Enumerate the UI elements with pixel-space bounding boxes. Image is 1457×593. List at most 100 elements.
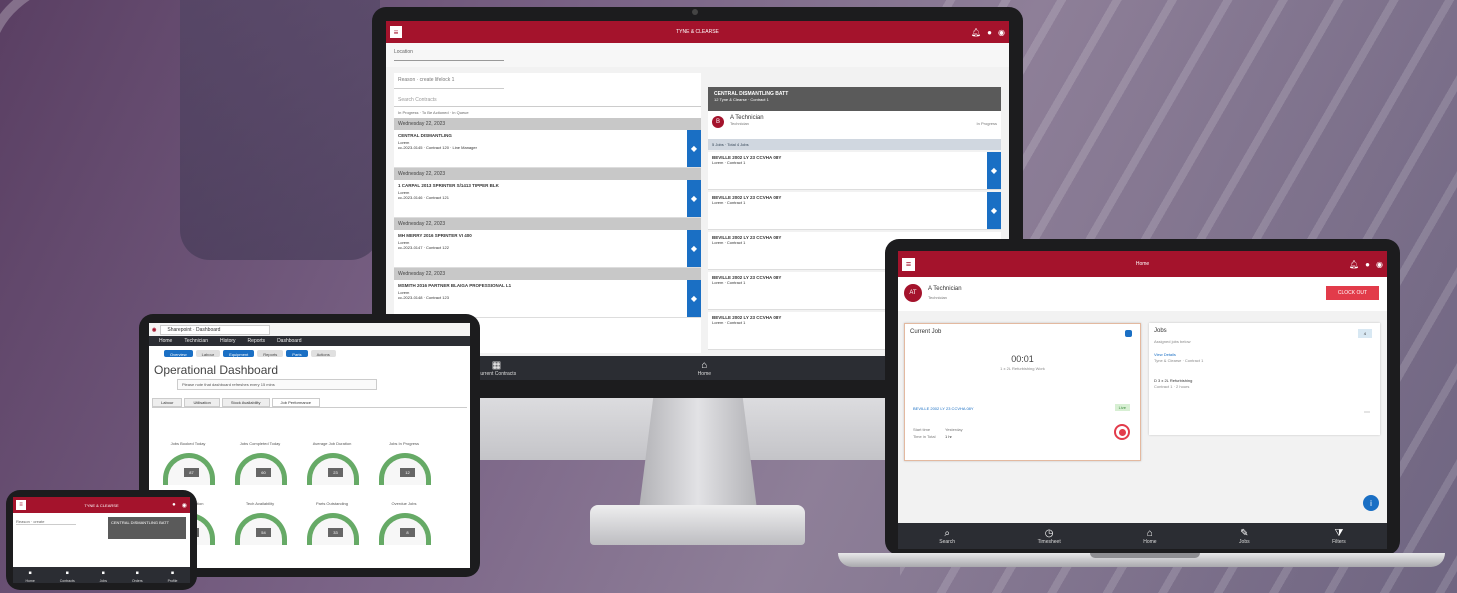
- url-bar[interactable]: Sharepoint · Dashboard: [160, 324, 271, 335]
- account-icon[interactable]: ◉: [182, 502, 187, 509]
- contract-card[interactable]: MH MERRY 2016 SPRINTER VI 400 Lorem cc-202…: [394, 230, 701, 268]
- dashboard-tab[interactable]: Actions: [310, 350, 336, 357]
- nav-icon: ▪: [28, 567, 32, 579]
- tablet-nav: Home Technician History Reports Dashboard: [149, 336, 470, 346]
- location-icon[interactable]: ●: [1365, 260, 1370, 269]
- dashboard-tab[interactable]: Equipment: [223, 350, 255, 357]
- contract-line: cc-2023-0148 · Contract 123: [398, 295, 449, 300]
- contract-card[interactable]: MSMITH 2016 PARTNER BLAIGA PROFESSIONAL …: [394, 280, 701, 318]
- clock-out-button[interactable]: CLOCK OUT: [1325, 286, 1379, 300]
- nav-link[interactable]: Home: [159, 338, 172, 344]
- bell-icon[interactable]: 🔔︎: [1349, 260, 1359, 269]
- subtab[interactable]: Utilisation: [184, 398, 220, 407]
- tech-name: A Technician: [928, 286, 962, 292]
- dashboard-tab[interactable]: Labour: [195, 350, 221, 357]
- nav-item[interactable]: ⌕ Search: [939, 528, 955, 545]
- info-icon[interactable]: [1125, 330, 1132, 337]
- subtab[interactable]: Job Performance: [271, 398, 320, 407]
- jobs-section-header: 5 Jobs · Total 4 Jobs: [708, 139, 1001, 150]
- nav-item[interactable]: ▪ Orders: [132, 568, 143, 583]
- contract-card[interactable]: 1 CARPAL 2013 SPRINTER S/1413 TIPPER BLK…: [394, 180, 701, 218]
- job-item[interactable]: D 3 x 2L Refurbishing: [1149, 364, 1380, 383]
- dashboard-tab[interactable]: Overview: [164, 350, 193, 357]
- open-contract-icon[interactable]: ◆: [687, 280, 701, 317]
- bell-icon[interactable]: 🔔︎: [971, 28, 981, 37]
- nav-link[interactable]: Dashboard: [277, 338, 301, 344]
- nav-item[interactable]: ◷ Timesheet: [1038, 528, 1061, 545]
- job-sub: Lorem · Contract 1: [712, 200, 746, 205]
- calendar-icon: ▦: [491, 359, 502, 371]
- fab-info-icon[interactable]: i: [1363, 495, 1379, 511]
- search-icon: ⌕: [944, 527, 950, 539]
- subtab[interactable]: Labour: [152, 398, 183, 407]
- nav-label: Orders: [131, 578, 143, 583]
- job-item-sub: Contract 1 · 2 hours: [1154, 384, 1190, 389]
- app-bar: ≡ TYNE & CLEARSE 🔔︎ ● ◉: [386, 21, 1009, 43]
- nav-link[interactable]: History: [220, 338, 236, 344]
- account-icon[interactable]: ◉: [1376, 260, 1383, 269]
- nav-item[interactable]: ⌂ Home: [1143, 528, 1156, 545]
- card-title: Current Job: [910, 329, 942, 335]
- account-icon[interactable]: ◉: [998, 28, 1005, 37]
- gauge-value: 8: [400, 528, 415, 537]
- date-header: Wednesday 22, 2023: [394, 118, 701, 130]
- monitor-stand-base: [590, 505, 805, 545]
- reason-select[interactable]: Reason · create: [16, 519, 76, 525]
- jobs-card: Jobs 4 Assigned jobs below View Details …: [1149, 323, 1380, 435]
- nav-link[interactable]: Reports: [248, 338, 266, 344]
- stop-button[interactable]: [1114, 424, 1130, 440]
- jobs-count: 4: [1357, 329, 1372, 338]
- card-title: Jobs: [1154, 328, 1167, 334]
- stop-icon: [1118, 428, 1126, 436]
- menu-icon[interactable]: ≡: [16, 500, 26, 510]
- page-title: Operational Dashboard: [154, 363, 279, 377]
- menu-icon[interactable]: ≡: [390, 26, 402, 38]
- gauge: 23: [307, 453, 359, 485]
- nav-link[interactable]: Technician: [184, 338, 208, 344]
- bell-icon[interactable]: ●: [172, 502, 176, 509]
- nav-icon: ▪: [170, 567, 175, 579]
- phone-bottom-nav: ▪ Home ▪ Contracts ▪ Jobs ▪ Orders ▪ Profile: [13, 567, 190, 583]
- job-card[interactable]: BEVILLE 2002 LY 23 CCVHA 08Y Lorem · Cont…: [708, 152, 1001, 190]
- nav-item[interactable]: ▪ Profile: [168, 568, 178, 583]
- status-filter[interactable]: In Progress · To Be Actioned · In Queue: [394, 107, 701, 118]
- open-job-icon[interactable]: ◆: [987, 152, 1001, 189]
- dashboard-tab[interactable]: Parts: [286, 350, 308, 357]
- technician-row: B A Technician Technician In Progress: [708, 111, 1001, 139]
- technician-header: AT A Technician Technician CLOCK OUT: [898, 277, 1387, 311]
- gauge: 12: [379, 453, 431, 485]
- nav-label: Profile: [167, 578, 178, 583]
- open-contract-icon[interactable]: ◆: [687, 230, 701, 267]
- view-details-link[interactable]: View Details: [1149, 344, 1380, 357]
- more-icon[interactable]: ⋯: [1364, 409, 1370, 416]
- menu-icon[interactable]: ≡: [902, 257, 915, 271]
- tech-role: Technician: [730, 121, 749, 126]
- contract-card[interactable]: CENTRAL DISMANTLING Lorem cc-2023-0145 · C…: [394, 130, 701, 168]
- search-input[interactable]: Search Contracts: [394, 89, 701, 107]
- jobs-line: Tyne & Clearse · Contract 1: [1154, 358, 1204, 363]
- nav-item[interactable]: ▪ Jobs: [100, 568, 107, 583]
- open-job-icon[interactable]: ◆: [987, 192, 1001, 229]
- gauge-value: 33: [328, 528, 343, 537]
- nav-item[interactable]: ▪ Home: [25, 568, 34, 583]
- open-contract-icon[interactable]: ◆: [687, 130, 701, 167]
- job-sub: Lorem · Contract 1: [712, 160, 746, 165]
- gauge: 33: [307, 513, 359, 545]
- nav-item[interactable]: ⧩ Filters: [1332, 528, 1346, 545]
- nav-item[interactable]: ✎ Jobs: [1239, 528, 1250, 545]
- open-contract-icon[interactable]: ◆: [687, 180, 701, 217]
- phone-app-bar: ≡ TYNE & CLEARSE ● ◉: [13, 497, 190, 513]
- job-link[interactable]: BEVILLE 2002 LY 23 CCVHA 08Y: [913, 406, 974, 411]
- tech-role: Technician: [928, 295, 947, 300]
- location-icon[interactable]: ●: [987, 28, 992, 37]
- reason-select[interactable]: Reason · create lifelock 1: [394, 73, 504, 89]
- job-card[interactable]: BEVILLE 2002 LY 23 CCVHA 08Y Lorem · Cont…: [708, 192, 1001, 230]
- dashboard-tab[interactable]: Reports: [257, 350, 284, 357]
- nav-item[interactable]: ▪ Contracts: [60, 568, 75, 583]
- contract-title: CENTRAL DISMANTLING: [398, 133, 452, 138]
- gauge-label: Jobs In Progress: [388, 441, 419, 446]
- location-select[interactable]: Location: [394, 49, 504, 61]
- subtab[interactable]: Stock Availability: [221, 398, 270, 407]
- nav-item[interactable]: ⌂ Home: [698, 360, 711, 377]
- nav-item[interactable]: ▦ Current Contracts: [477, 360, 516, 377]
